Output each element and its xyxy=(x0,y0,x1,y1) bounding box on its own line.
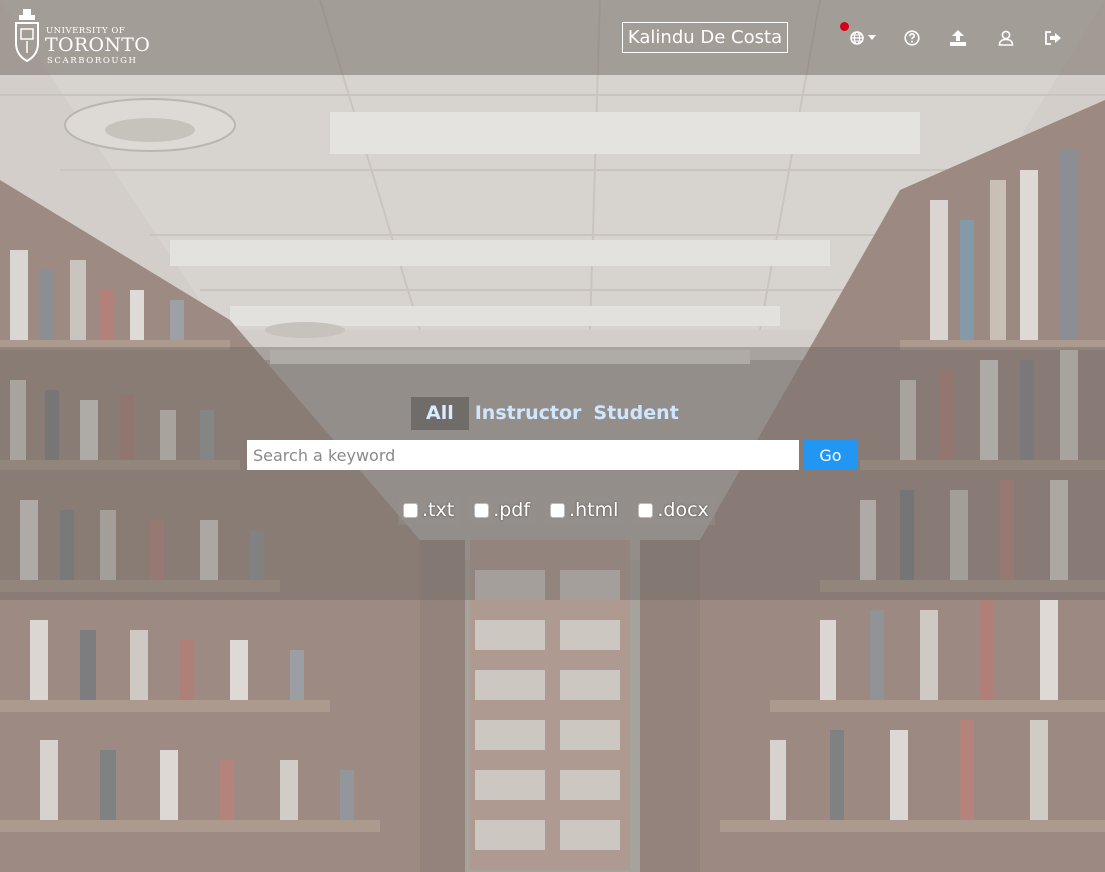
crest-icon xyxy=(15,9,39,63)
user-icon xyxy=(998,30,1014,46)
search-scope-tabs: All Instructor Student xyxy=(411,397,685,430)
filter-txt[interactable]: .txt xyxy=(398,495,461,525)
brand-line-2: TORONTO xyxy=(45,34,151,56)
html-checkbox[interactable] xyxy=(550,502,566,518)
filter-label: .txt xyxy=(422,499,455,521)
logout-button[interactable] xyxy=(1041,26,1065,50)
txt-checkbox[interactable] xyxy=(403,502,418,518)
search-panel xyxy=(0,347,1105,600)
filter-label: .html xyxy=(569,499,619,521)
language-menu-button[interactable] xyxy=(840,22,880,50)
account-button[interactable] xyxy=(994,26,1018,50)
filter-pdf[interactable]: .pdf xyxy=(469,495,537,525)
globe-icon xyxy=(849,31,864,45)
notification-dot xyxy=(840,22,849,31)
search-input[interactable] xyxy=(247,440,799,470)
upload-button[interactable] xyxy=(946,26,970,50)
help-icon xyxy=(904,30,920,46)
caret-down-icon xyxy=(867,35,876,40)
top-navigation-bar: UNIVERSITY OF TORONTO SCARBOROUGH Kalind… xyxy=(0,0,1105,75)
tab-instructor[interactable]: Instructor xyxy=(469,397,588,430)
docx-checkbox[interactable] xyxy=(638,502,654,518)
pdf-checkbox[interactable] xyxy=(474,502,490,518)
upload-icon xyxy=(950,30,966,46)
filter-label: .docx xyxy=(657,499,709,521)
help-button[interactable] xyxy=(900,26,924,50)
tab-all[interactable]: All xyxy=(411,397,469,430)
filter-label: .pdf xyxy=(493,499,531,521)
brand-line-3: SCARBOROUGH xyxy=(47,56,138,66)
university-logo[interactable]: UNIVERSITY OF TORONTO SCARBOROUGH xyxy=(14,9,150,67)
go-button[interactable]: Go xyxy=(803,440,858,470)
file-type-filters: .txt .pdf .html .docx xyxy=(398,495,724,525)
tab-student[interactable]: Student xyxy=(587,397,684,430)
sign-out-icon xyxy=(1045,31,1061,45)
filter-html[interactable]: .html xyxy=(545,495,625,525)
filter-docx[interactable]: .docx xyxy=(633,495,715,525)
user-name-badge[interactable]: Kalindu De Costa xyxy=(622,22,788,53)
